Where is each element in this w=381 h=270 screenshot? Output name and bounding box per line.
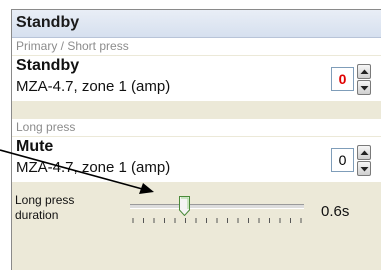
long-press-value-spinner[interactable] xyxy=(357,145,371,177)
primary-value-spinner[interactable] xyxy=(357,64,371,96)
long-press-action-name: Mute xyxy=(16,138,54,155)
arrow-up-icon[interactable] xyxy=(357,64,371,79)
duration-value: 0.6s xyxy=(321,203,350,220)
primary-action-entry[interactable]: Standby MZA-4.7, zone 1 (amp) 0 xyxy=(12,56,381,101)
primary-section-label: Primary / Short press xyxy=(12,38,381,55)
long-press-action-detail: MZA-4.7, zone 1 (amp) xyxy=(16,159,171,176)
duration-label-line2: duration xyxy=(15,208,59,222)
long-press-section-label: Long press xyxy=(12,119,381,136)
primary-action-name: Standby xyxy=(16,57,80,74)
arrow-down-icon[interactable] xyxy=(357,80,371,95)
arrow-down-icon[interactable] xyxy=(357,161,371,176)
duration-label-line1: Long press xyxy=(15,193,75,207)
panel-title-bar: Standby xyxy=(12,10,381,38)
primary-action-detail: MZA-4.7, zone 1 (amp) xyxy=(16,78,171,95)
long-press-duration-slider[interactable] xyxy=(130,194,304,224)
long-press-action-entry[interactable]: Mute MZA-4.7, zone 1 (amp) 0 xyxy=(12,137,381,182)
panel-title: Standby xyxy=(16,14,80,31)
slider-thumb[interactable] xyxy=(178,196,190,216)
standby-properties-panel: Standby Primary / Short press Standby MZ… xyxy=(11,9,381,270)
slider-ticks xyxy=(132,218,302,223)
slider-track[interactable] xyxy=(130,204,304,209)
arrow-up-icon[interactable] xyxy=(357,145,371,160)
long-press-duration-label: Long press duration xyxy=(15,193,74,223)
primary-value-field[interactable]: 0 xyxy=(331,67,354,91)
long-press-value-field[interactable]: 0 xyxy=(331,148,354,172)
